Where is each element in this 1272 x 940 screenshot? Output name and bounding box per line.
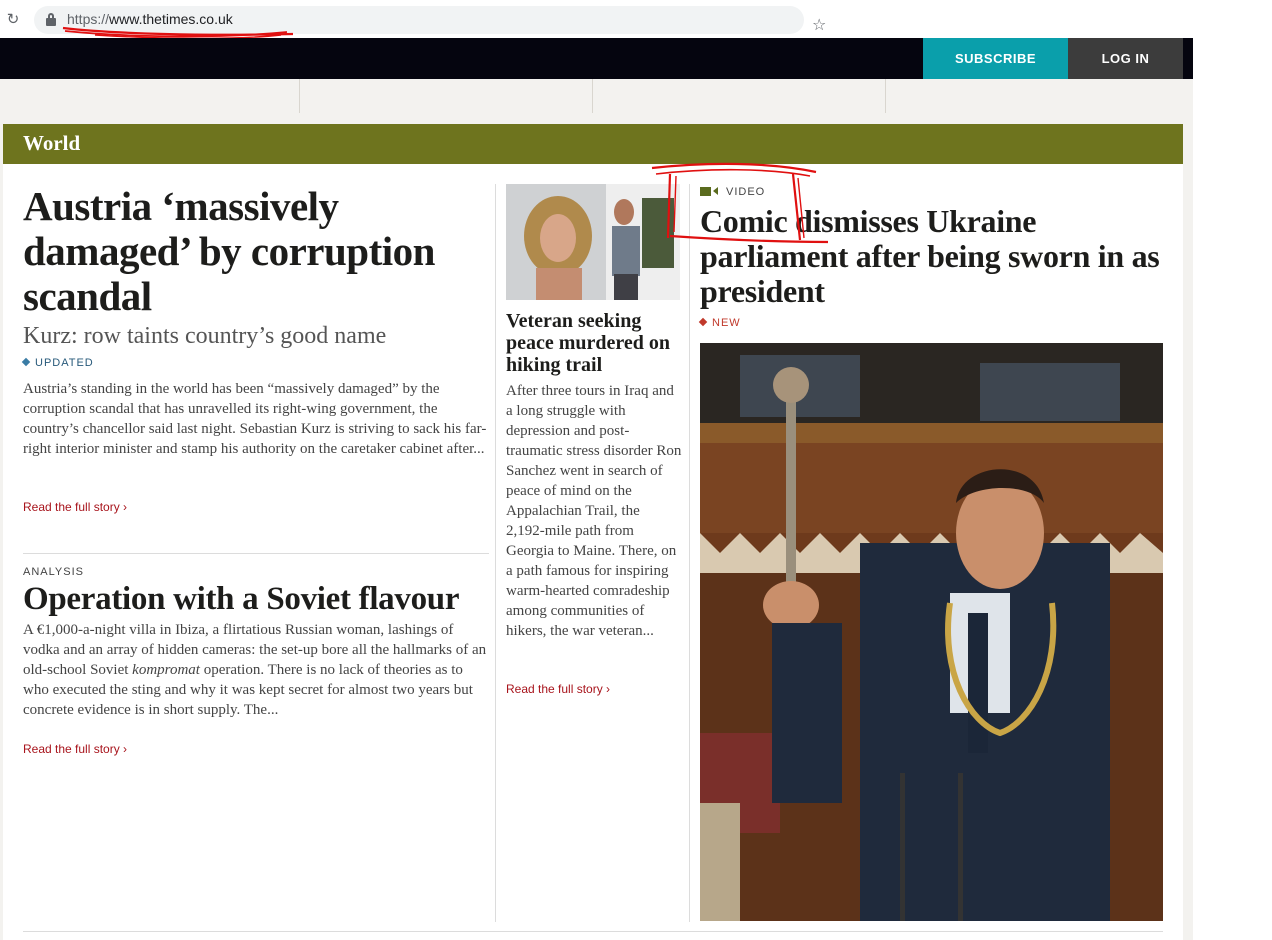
address-bar[interactable]: https://www.thetimes.co.uk ☆: [34, 6, 826, 34]
middle-summary: After three tours in Iraq and a long str…: [506, 383, 682, 639]
analysis-kicker: ANALYSIS: [23, 566, 84, 578]
chevron-right-icon: ›: [119, 500, 128, 514]
middle-headline[interactable]: Veteran seeking peace murdered on hiking…: [506, 310, 682, 376]
nav-cell[interactable]: [3, 79, 300, 113]
nav-cell[interactable]: [300, 79, 593, 113]
section-nav: [3, 79, 1183, 123]
star-icon[interactable]: ☆: [812, 15, 826, 35]
lock-icon[interactable]: [46, 13, 56, 26]
lead-subheadline[interactable]: Kurz: row taints country’s good name: [23, 321, 493, 351]
divider: [23, 931, 1163, 932]
masthead-bar: SUBSCRIBE LOG IN: [0, 38, 1193, 79]
section-header: World: [3, 124, 1183, 164]
url-text[interactable]: https://www.thetimes.co.uk: [67, 11, 233, 27]
middle-read-more-link[interactable]: Read the full story ›: [506, 682, 610, 696]
president-photo[interactable]: [700, 343, 1163, 921]
article-grid: Austria ‘massively damaged’ by corruptio…: [3, 164, 1183, 940]
column-divider: [495, 184, 496, 922]
divider: [23, 553, 489, 554]
diamond-icon: [21, 357, 31, 367]
diamond-icon: [698, 317, 708, 327]
new-badge: NEW: [698, 317, 741, 329]
second-headline[interactable]: Operation with a Soviet flavour: [23, 580, 493, 618]
login-button[interactable]: LOG IN: [1068, 38, 1183, 79]
inauguration-image: [700, 343, 1163, 921]
nav-cell[interactable]: [593, 79, 886, 113]
reload-icon[interactable]: ↻: [4, 10, 22, 28]
browser-toolbar: ↻ https://www.thetimes.co.uk ☆: [0, 0, 1272, 38]
column-divider: [689, 184, 690, 922]
chevron-right-icon: ›: [602, 682, 611, 696]
second-summary: A €1,000-a-night villa in Ibiza, a flirt…: [23, 622, 487, 718]
veteran-photo: [506, 184, 680, 300]
times-page: SUBSCRIBE LOG IN World Austria ‘massivel…: [0, 38, 1193, 940]
lead-read-more-link[interactable]: Read the full story ›: [23, 500, 127, 514]
veteran-thumbnail[interactable]: [506, 184, 680, 300]
subscribe-button[interactable]: SUBSCRIBE: [923, 38, 1068, 79]
section-title[interactable]: World: [23, 131, 80, 156]
updated-badge: UPDATED: [21, 357, 94, 369]
video-kicker: VIDEO: [700, 186, 765, 198]
video-camera-icon: [700, 187, 711, 196]
lead-summary: Austria’s standing in the world has been…: [23, 381, 487, 457]
second-read-more-link[interactable]: Read the full story ›: [23, 742, 127, 756]
chevron-right-icon: ›: [119, 742, 128, 756]
lead-headline[interactable]: Austria ‘massively damaged’ by corruptio…: [23, 184, 493, 319]
right-headline[interactable]: Comic dismisses Ukraine parliament after…: [700, 204, 1170, 309]
